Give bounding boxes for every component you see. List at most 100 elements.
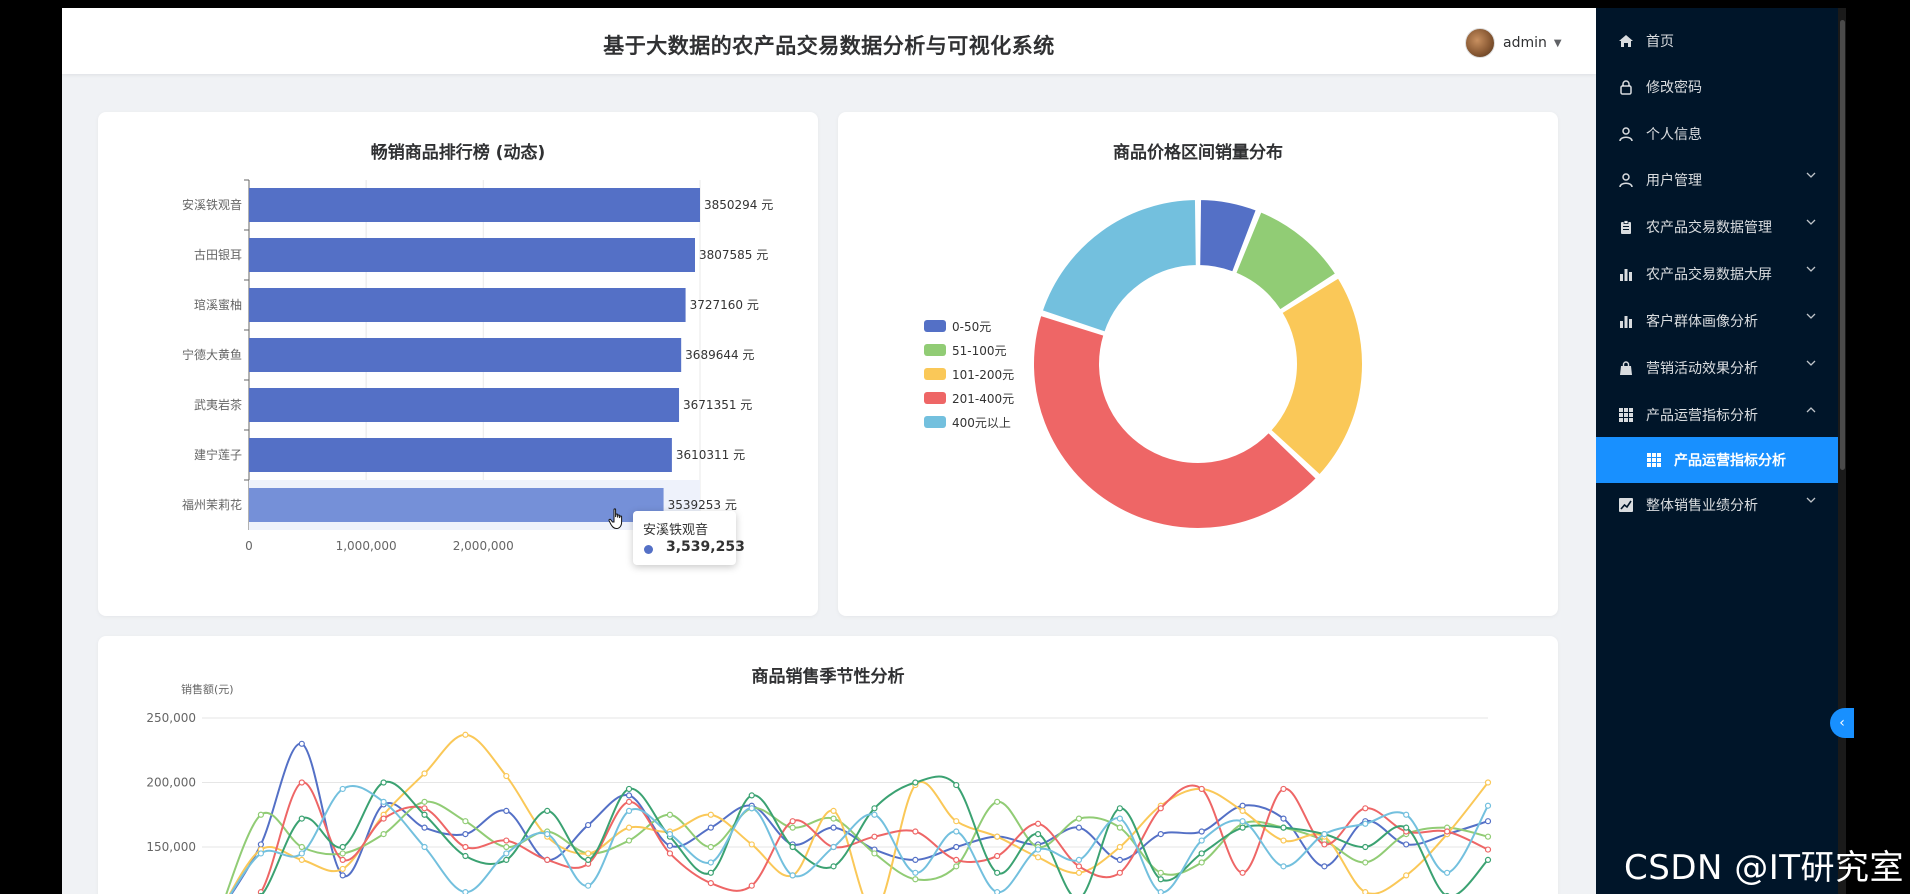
sidebar-item[interactable]: 整体销售业绩分析 [1596,482,1838,528]
series-point [257,811,265,818]
series-point [994,869,1001,876]
series-line [225,800,1489,894]
series-point [912,856,919,863]
donut-slice [1032,313,1318,530]
tooltip-value: 3,539,253 [666,539,745,555]
series-point [994,889,1001,894]
legend-swatch [924,320,946,332]
bar-category-label: 武夷岩茶 [194,397,242,412]
caret-down-icon[interactable]: ▼ [1554,38,1562,49]
series-point [748,882,755,889]
series-point [339,785,346,793]
series-point [503,843,510,851]
series-point [830,824,837,831]
sidebar-item[interactable]: 修改密码 [1596,64,1838,110]
series-point [462,731,469,738]
series-point [1362,889,1369,894]
series-point [1280,785,1287,793]
sidebar-item-label: 产品运营指标分析 [1646,408,1758,424]
series-point [830,863,837,870]
series-point [421,770,428,777]
home-icon [1618,33,1634,49]
series-point [1403,841,1410,848]
sidebar-item[interactable]: 农产品交易数据管理 [1596,204,1838,250]
legend-item[interactable]: 101-200元 [924,362,1014,386]
series-point [503,850,510,857]
pie-legend: 0-50元 51-100元 101-200元 201-400元 400元以上 [924,314,1014,434]
username-label[interactable]: admin [1503,35,1547,51]
legend-item[interactable]: 201-400元 [924,386,1014,410]
legend-item[interactable]: 400元以上 [924,410,1014,434]
series-point [1239,807,1246,814]
sidebar-item[interactable]: 产品运营指标分析 [1596,392,1838,438]
series-point [830,843,837,851]
series-point [585,850,592,857]
series-point [1443,869,1451,876]
series-point [544,831,551,838]
series-point [1157,889,1164,894]
bar-chart-icon [1618,313,1634,329]
series-point [380,798,387,805]
sidebar-item[interactable]: 首页 [1596,18,1838,64]
legend-label: 0-50元 [952,319,992,334]
series-point [707,824,714,831]
series-point [1321,841,1328,848]
series-point [1034,831,1042,838]
sidebar-item[interactable]: 农产品交易数据大屏 [1596,251,1838,297]
legend-label: 51-100元 [952,343,1007,358]
series-point [380,779,387,786]
series-point [1034,846,1042,853]
scrollbar-thumb[interactable] [1840,20,1845,470]
series-point [1116,815,1123,822]
series-point [421,811,428,818]
series-point [625,798,633,805]
user-menu[interactable]: admin ▼ [1465,28,1562,58]
tooltip-name: 安溪铁观音 [643,523,709,538]
chevron-down-icon [1806,497,1816,503]
series-point [953,818,960,825]
legend-swatch [924,344,946,356]
chevron-down-icon [1806,360,1816,366]
series-point [380,831,387,838]
sidebar-item-label: 客户群体画像分析 [1646,314,1758,330]
series-point [994,833,1001,840]
series-point [1403,872,1410,879]
series-point [339,843,346,851]
sidebar-item[interactable]: 营销活动效果分析 [1596,345,1838,391]
series-point [1116,843,1123,851]
series-point [953,781,960,789]
legend-item[interactable]: 0-50元 [924,314,1014,338]
bar [249,438,672,472]
series-point [1075,869,1083,876]
series-point [1034,820,1042,827]
line-y-tick-label: 250,000 [146,711,196,725]
bar-value-label: 3539253 元 [668,498,737,512]
sidebar: 首页 修改密码 个人信息 用户管理 农产品交易数据管理 农产品交易数据大屏客户群体画像分析… [1596,8,1838,894]
series-point [257,841,265,848]
collapse-sidebar-button[interactable]: ‹ [1830,708,1854,738]
page-title: 基于大数据的农产品交易数据分析与可视化系统 [603,34,1055,58]
sidebar-item[interactable]: 用户管理 [1596,157,1838,203]
bar-category-label: 安溪铁观音 [182,197,242,212]
sidebar-item-label: 整体销售业绩分析 [1646,498,1758,514]
series-point [462,831,469,838]
series-point [1116,824,1123,831]
series-point [1198,859,1205,866]
series-point [1239,869,1246,876]
sidebar-item[interactable]: 客户群体画像分析 [1596,298,1838,344]
series-point [789,824,796,831]
series-point [1484,833,1492,840]
grid-icon [1646,452,1662,468]
bar-category-label: 宁德大黄鱼 [182,347,242,362]
sidebar-item[interactable]: 产品运营指标分析 [1596,437,1838,483]
sidebar-item[interactable]: 个人信息 [1596,111,1838,157]
series-point [421,798,428,805]
legend-item[interactable]: 51-100元 [924,338,1014,362]
series-point [994,798,1001,805]
chevron-down-icon [1806,313,1816,319]
bar-x-tick-label: 2,000,000 [453,539,514,553]
legend-label: 101-200元 [952,367,1015,382]
line-chart: 销售额(元) 250,000 200,000 150,000 [146,682,1492,894]
avatar[interactable] [1465,28,1495,58]
series-point [912,869,919,876]
